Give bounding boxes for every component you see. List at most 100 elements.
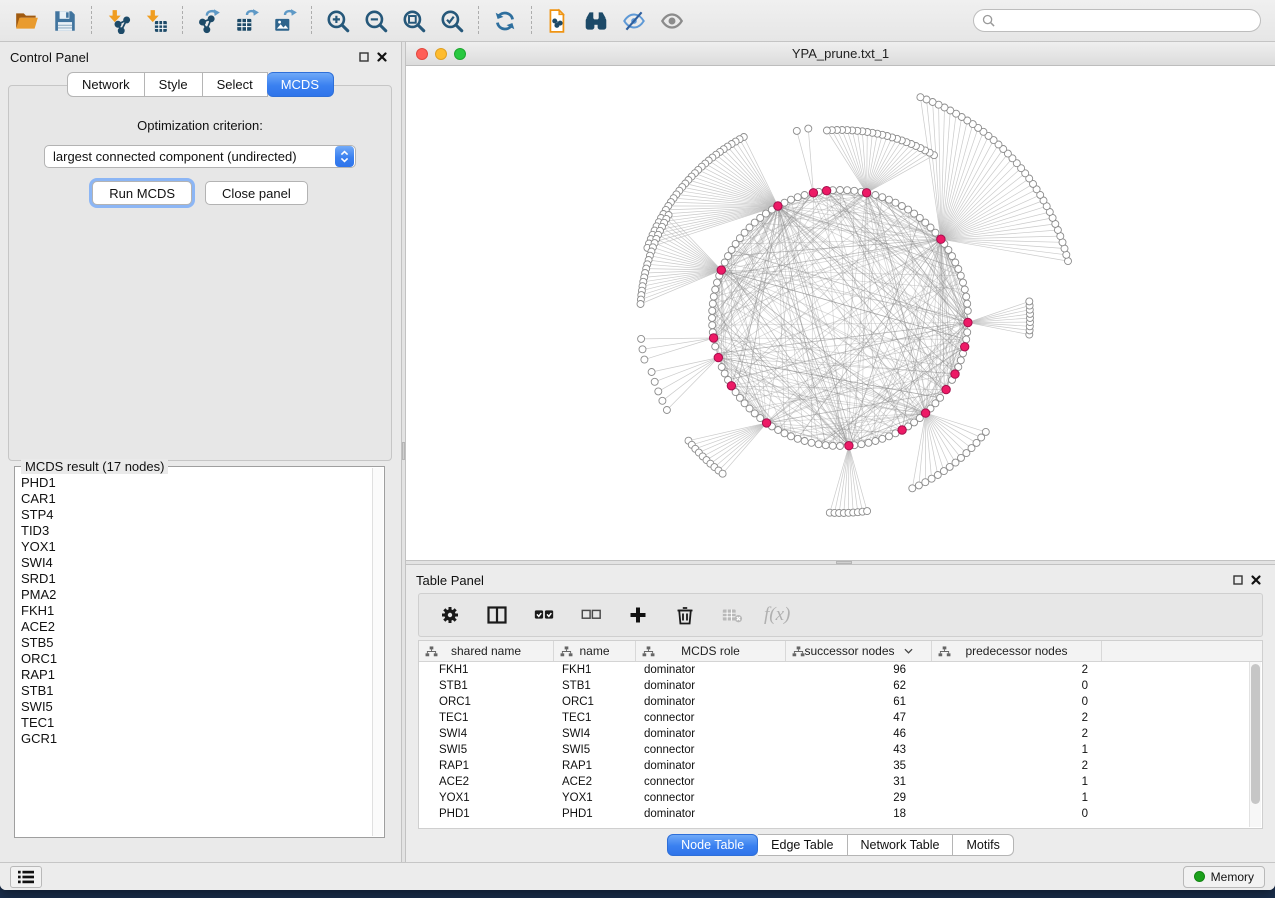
- mcds-result-item[interactable]: SRD1: [21, 571, 372, 587]
- toolbar-separator: [91, 6, 92, 36]
- table-row[interactable]: RAP1RAP1dominator352: [419, 758, 1262, 774]
- import-table-icon[interactable]: [138, 4, 174, 38]
- table-cell: 43: [786, 744, 932, 756]
- delete-column-icon[interactable]: [671, 601, 699, 629]
- memory-button[interactable]: Memory: [1183, 866, 1265, 888]
- mcds-result-list[interactable]: PHD1CAR1STP4TID3YOX1SWI4SRD1PMA2FKH1ACE2…: [21, 475, 372, 835]
- table-row[interactable]: YOX1YOX1connector291: [419, 790, 1262, 806]
- float-panel-icon[interactable]: [1229, 571, 1247, 589]
- network-view-canvas[interactable]: [406, 66, 1275, 560]
- float-panel-icon[interactable]: [355, 48, 373, 66]
- mcds-result-item[interactable]: PHD1: [21, 475, 372, 491]
- search-network-icon[interactable]: [578, 4, 614, 38]
- table-cell: 2: [932, 712, 1102, 724]
- mcds-result-item[interactable]: CAR1: [21, 491, 372, 507]
- table-row[interactable]: SWI5SWI5connector431: [419, 742, 1262, 758]
- mcds-result-item[interactable]: RAP1: [21, 667, 372, 683]
- import-network-icon[interactable]: [100, 4, 136, 38]
- mcds-result-item[interactable]: STB5: [21, 635, 372, 651]
- tab-mcds[interactable]: MCDS: [267, 72, 334, 97]
- table-row[interactable]: TEC1TEC1connector472: [419, 710, 1262, 726]
- deselect-all-icon[interactable]: [577, 601, 605, 629]
- column-header-name[interactable]: name: [554, 641, 636, 661]
- select-all-icon[interactable]: [530, 601, 558, 629]
- zoom-out-icon[interactable]: [358, 4, 394, 38]
- close-panel-icon[interactable]: [373, 48, 391, 66]
- main-toolbar: [0, 0, 1275, 42]
- tab-network-table[interactable]: Network Table: [848, 834, 954, 856]
- show-columns-icon[interactable]: [483, 601, 511, 629]
- save-session-icon[interactable]: [47, 4, 83, 38]
- mcds-result-item[interactable]: SWI4: [21, 555, 372, 571]
- mcds-result-item[interactable]: ACE2: [21, 619, 372, 635]
- zoom-selected-icon[interactable]: [434, 4, 470, 38]
- export-table-icon[interactable]: [229, 4, 265, 38]
- table-panel-title: Table Panel: [416, 573, 1229, 588]
- table-row[interactable]: FKH1FKH1dominator962: [419, 662, 1262, 678]
- export-image-icon[interactable]: [267, 4, 303, 38]
- add-column-icon[interactable]: [624, 601, 652, 629]
- tab-network[interactable]: Network: [67, 72, 145, 97]
- show-panel-eye-icon[interactable]: [654, 4, 690, 38]
- mcds-result-item[interactable]: TID3: [21, 523, 372, 539]
- tab-style[interactable]: Style: [145, 72, 203, 97]
- run-mcds-button[interactable]: Run MCDS: [92, 181, 192, 205]
- task-history-icon[interactable]: [10, 866, 42, 888]
- table-scrollbar-thumb[interactable]: [1251, 664, 1260, 804]
- close-panel-button[interactable]: Close panel: [205, 181, 308, 205]
- criterion-select[interactable]: largest connected component (undirected): [44, 145, 356, 168]
- table-cell: 0: [932, 808, 1102, 820]
- mcds-result-item[interactable]: GCR1: [21, 731, 372, 747]
- tab-node-table[interactable]: Node Table: [667, 834, 758, 856]
- mcds-result-item[interactable]: ORC1: [21, 651, 372, 667]
- search-input[interactable]: [1000, 13, 1252, 29]
- mcds-result-item[interactable]: PMA2: [21, 587, 372, 603]
- zoom-in-icon[interactable]: [320, 4, 356, 38]
- mcds-result-item[interactable]: FKH1: [21, 603, 372, 619]
- table-row[interactable]: ORC1ORC1dominator610: [419, 694, 1262, 710]
- column-header-predecessor-nodes[interactable]: predecessor nodes: [932, 641, 1102, 661]
- table-cell: ACE2: [554, 776, 636, 788]
- tab-edge-table[interactable]: Edge Table: [758, 834, 847, 856]
- splitter-grip[interactable]: [402, 442, 405, 460]
- close-panel-icon[interactable]: [1247, 571, 1265, 589]
- mcds-result-item[interactable]: TEC1: [21, 715, 372, 731]
- table-scrollbar[interactable]: [1249, 662, 1261, 827]
- table-row[interactable]: SWI4SWI4dominator462: [419, 726, 1262, 742]
- column-header-mcds-role[interactable]: MCDS role: [636, 641, 786, 661]
- zoom-fit-icon[interactable]: [396, 4, 432, 38]
- splitter-grip[interactable]: [836, 561, 852, 564]
- search-icon: [982, 14, 995, 27]
- tab-motifs[interactable]: Motifs: [953, 834, 1013, 856]
- search-box[interactable]: [973, 9, 1261, 32]
- table-cell: connector: [636, 776, 786, 788]
- export-network-icon[interactable]: [191, 4, 227, 38]
- table-cell: ORC1: [419, 696, 554, 708]
- settings-gear-icon[interactable]: [436, 601, 464, 629]
- table-cell: dominator: [636, 664, 786, 676]
- open-session-icon[interactable]: [9, 4, 45, 38]
- table-cell: FKH1: [554, 664, 636, 676]
- mcds-list-scrollbar[interactable]: [372, 468, 383, 836]
- column-header-shared-name[interactable]: shared name: [419, 641, 554, 661]
- network-graph[interactable]: [406, 66, 1275, 560]
- mcds-result-item[interactable]: SWI5: [21, 699, 372, 715]
- table-row[interactable]: ACE2ACE2connector311: [419, 774, 1262, 790]
- table-cell: 1: [932, 792, 1102, 804]
- network-from-document-icon[interactable]: [540, 4, 576, 38]
- hide-panel-icon[interactable]: [616, 4, 652, 38]
- refresh-layout-icon[interactable]: [487, 4, 523, 38]
- mcds-result-box: MCDS result (17 nodes) PHD1CAR1STP4TID3Y…: [14, 466, 385, 838]
- table-toolbar: f(x): [418, 593, 1263, 637]
- column-header-successor-nodes[interactable]: successor nodes: [786, 641, 932, 661]
- table-cell: dominator: [636, 760, 786, 772]
- mcds-result-item[interactable]: STB1: [21, 683, 372, 699]
- table-cell: 0: [932, 680, 1102, 692]
- control-panel: Control Panel NetworkStyleSelectMCDS Opt…: [0, 42, 401, 862]
- mcds-result-item[interactable]: STP4: [21, 507, 372, 523]
- table-row[interactable]: STB1STB1dominator620: [419, 678, 1262, 694]
- mcds-result-title: MCDS result (17 nodes): [21, 459, 168, 474]
- mcds-result-item[interactable]: YOX1: [21, 539, 372, 555]
- table-row[interactable]: PHD1PHD1dominator180: [419, 806, 1262, 822]
- tab-select[interactable]: Select: [203, 72, 268, 97]
